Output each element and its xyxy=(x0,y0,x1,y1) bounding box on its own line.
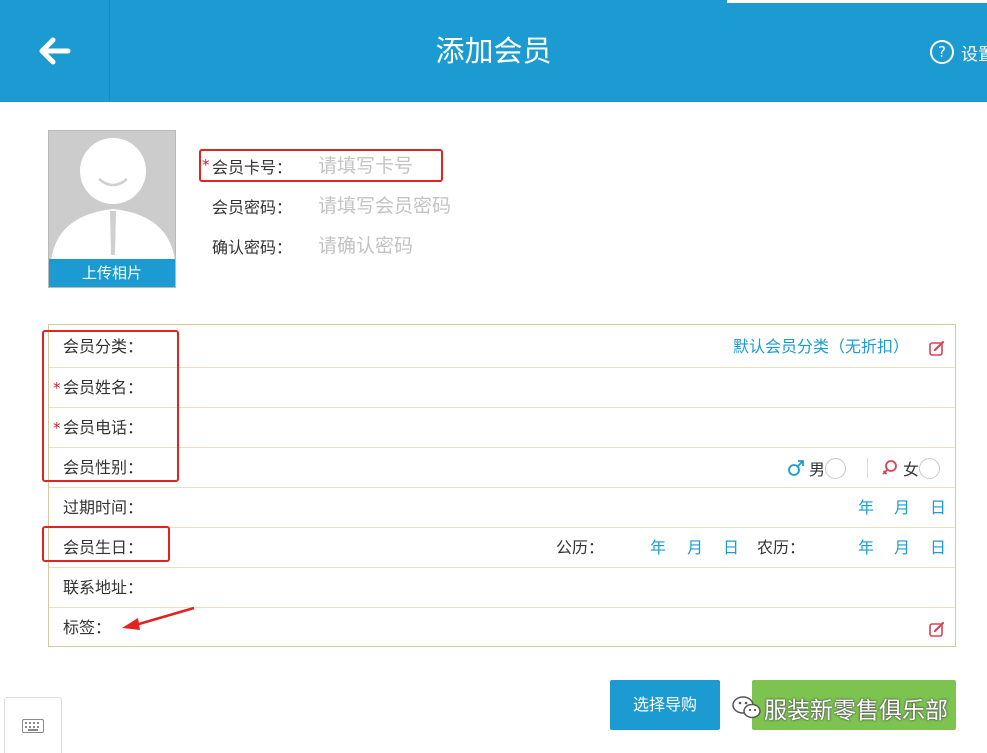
solar-month[interactable]: 月 xyxy=(687,528,703,568)
keyboard-icon xyxy=(22,718,44,733)
annotation-arrow xyxy=(122,606,195,630)
watermark: 服装新零售俱乐部 xyxy=(732,690,948,726)
female-radio[interactable] xyxy=(919,457,941,479)
solar-label: 公历： xyxy=(556,538,605,557)
lunar-month[interactable]: 月 xyxy=(894,528,910,568)
name-row[interactable]: * 会员姓名： xyxy=(49,367,955,407)
female-label: 女 xyxy=(903,460,920,479)
member-form: 会员分类： 默认会员分类（无折扣） * 会员姓名： * 会员电话： 会员性别： … xyxy=(48,324,956,647)
address-label: 联系地址： xyxy=(63,578,144,597)
password-input[interactable] xyxy=(318,195,538,217)
settings-label: 设置 xyxy=(961,44,987,65)
page-title: 添加会员 xyxy=(435,34,552,68)
lunar-label: 农历： xyxy=(757,538,806,557)
user-silhouette-icon xyxy=(51,138,175,261)
app-header: 添加会员 ? 设置 xyxy=(0,0,987,102)
gender-row: 会员性别： 男 女 xyxy=(49,447,955,487)
gender-female-option[interactable]: 女 xyxy=(881,457,941,479)
upload-photo-label[interactable]: 上传相片 xyxy=(49,259,175,287)
annotation-box-basic xyxy=(42,330,179,482)
expire-year[interactable]: 年 xyxy=(858,488,874,528)
confirm-password-input[interactable] xyxy=(318,235,538,257)
category-value[interactable]: 默认会员分类（无折扣） xyxy=(733,327,909,367)
settings-button[interactable]: ? 设置 xyxy=(930,38,987,66)
male-radio[interactable] xyxy=(825,457,847,479)
select-guide-button[interactable]: 选择导购 xyxy=(610,680,720,730)
annotation-box-birthday xyxy=(42,526,170,562)
keyboard-toggle[interactable] xyxy=(4,697,62,753)
confirm-password-field: 确认密码： xyxy=(212,231,538,261)
tags-label: 标签： xyxy=(63,618,112,637)
edit-icon[interactable] xyxy=(929,340,945,356)
expire-day[interactable]: 日 xyxy=(930,488,946,528)
confirm-password-label: 确认密码： xyxy=(212,238,293,257)
lunar-day[interactable]: 日 xyxy=(930,528,946,568)
male-symbol-icon xyxy=(788,460,804,476)
edit-icon[interactable] xyxy=(929,621,945,637)
expire-label: 过期时间： xyxy=(63,498,144,517)
header-top-highlight xyxy=(727,0,987,3)
address-row[interactable]: 联系地址： xyxy=(49,567,955,607)
password-label: 会员密码： xyxy=(212,198,293,217)
wechat-icon xyxy=(732,696,761,719)
annotation-box-card xyxy=(199,149,443,182)
lunar-year[interactable]: 年 xyxy=(858,528,874,568)
help-icon: ? xyxy=(930,40,954,64)
birthday-row: 会员生日： 公历： 年 月 日 农历： 年 月 日 xyxy=(49,527,955,567)
solar-year[interactable]: 年 xyxy=(650,528,666,568)
phone-row[interactable]: * 会员电话： xyxy=(49,407,955,447)
password-field: 会员密码： xyxy=(212,191,538,221)
expire-row[interactable]: 过期时间： 年 月 日 xyxy=(49,487,955,527)
male-label: 男 xyxy=(809,460,826,479)
avatar-upload[interactable]: 上传相片 xyxy=(48,130,176,288)
gender-male-option[interactable]: 男 xyxy=(787,457,847,479)
category-row[interactable]: 会员分类： 默认会员分类（无折扣） xyxy=(49,327,955,367)
solar-day[interactable]: 日 xyxy=(723,528,739,568)
expire-month[interactable]: 月 xyxy=(894,488,910,528)
divider xyxy=(867,458,868,478)
watermark-text: 服装新零售俱乐部 xyxy=(764,698,948,724)
female-symbol-icon xyxy=(882,460,897,475)
